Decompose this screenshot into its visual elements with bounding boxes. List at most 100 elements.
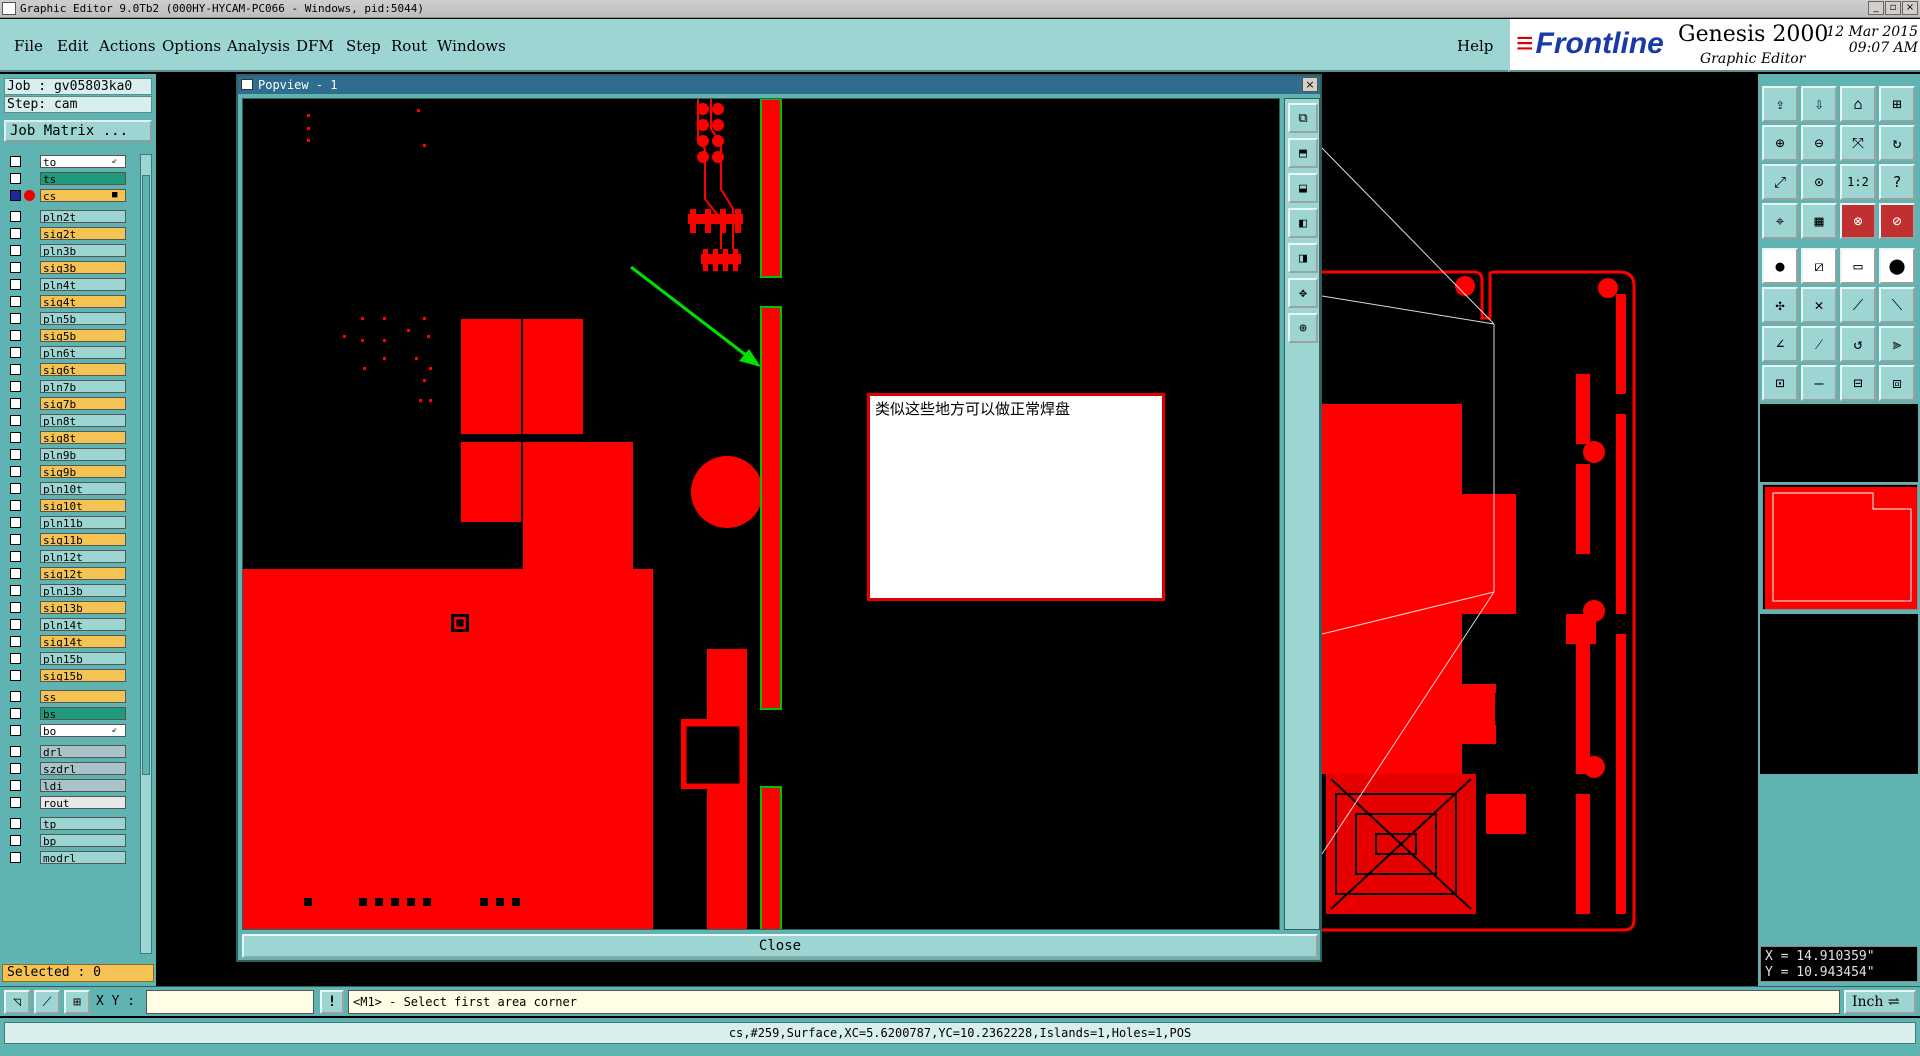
cross-icon[interactable]: ✕ xyxy=(1801,287,1837,323)
probe-icon[interactable]: ⊘ xyxy=(1879,203,1915,239)
layer-name[interactable]: pln13b xyxy=(40,584,126,597)
layer-checkbox[interactable] xyxy=(10,797,21,808)
layer-row[interactable]: pln9b xyxy=(4,447,138,462)
layer-checkbox[interactable] xyxy=(10,330,21,341)
menu-file[interactable]: File xyxy=(14,37,43,55)
layer-row[interactable]: bo ⇙ xyxy=(4,723,138,738)
layer-checkbox[interactable] xyxy=(10,670,21,681)
layer-checkbox[interactable] xyxy=(10,245,21,256)
layer-row[interactable]: pln15b xyxy=(4,651,138,666)
layer-row[interactable]: pln10t xyxy=(4,481,138,496)
layer-row[interactable]: bp xyxy=(4,833,138,848)
layer-checkbox[interactable] xyxy=(10,746,21,757)
layer-name[interactable]: pln8t xyxy=(40,414,126,427)
layer-name[interactable]: sig9b xyxy=(40,465,126,478)
copy-icon[interactable]: ⧈ xyxy=(1879,365,1915,401)
layer-row[interactable]: sig8t xyxy=(4,430,138,445)
menu-options[interactable]: Options xyxy=(162,37,221,55)
zoom-in-icon[interactable]: ⊕ xyxy=(1762,125,1798,161)
measure-icon[interactable]: ⊗ xyxy=(1840,203,1876,239)
rotate-icon[interactable]: ↺ xyxy=(1840,326,1876,362)
layer-name[interactable]: ss xyxy=(40,690,126,703)
layer-name[interactable]: pln15b xyxy=(40,652,126,665)
layer-row[interactable]: pln8t xyxy=(4,413,138,428)
layers-icon[interactable]: ⧉ xyxy=(1288,103,1318,133)
job-matrix-button[interactable]: Job Matrix ... xyxy=(4,120,152,142)
layer-name[interactable]: bp xyxy=(40,834,126,847)
scrollbar-thumb[interactable] xyxy=(142,175,150,775)
layer-row[interactable]: sig6t xyxy=(4,362,138,377)
menu-actions[interactable]: Actions xyxy=(99,37,155,55)
area-select-icon[interactable]: ◹ xyxy=(4,990,30,1014)
layer-checkbox[interactable] xyxy=(10,534,21,545)
layer-row[interactable]: tp xyxy=(4,816,138,831)
layer-row[interactable]: sig11b xyxy=(4,532,138,547)
layer-name[interactable]: sig5b xyxy=(40,329,126,342)
layer-row[interactable]: drl xyxy=(4,744,138,759)
layer-row[interactable]: sig7b xyxy=(4,396,138,411)
menu-analysis[interactable]: Analysis xyxy=(227,37,290,55)
pad-icon[interactable]: ● xyxy=(1762,248,1798,284)
layer-checkbox[interactable] xyxy=(10,780,21,791)
grid-icon[interactable]: ⊞ xyxy=(1879,86,1915,122)
minimize-button[interactable]: _ xyxy=(1868,1,1884,15)
layer-name[interactable]: sig14t xyxy=(40,635,126,648)
ruler-icon[interactable]: ▭ xyxy=(1840,248,1876,284)
split-icon[interactable]: ⫸ xyxy=(1879,326,1915,362)
layer-name[interactable]: pln6t xyxy=(40,346,126,359)
layer-name[interactable]: modrl xyxy=(40,851,126,864)
popview-canvas[interactable]: 类似这些地方可以做正常焊盘 xyxy=(242,98,1280,930)
line-select-icon[interactable]: ⟋ xyxy=(34,990,60,1014)
layer-checkbox[interactable] xyxy=(10,313,21,324)
layer-checkbox[interactable] xyxy=(10,381,21,392)
layer-row[interactable]: sig15b xyxy=(4,668,138,683)
layer-name[interactable]: pln5b xyxy=(40,312,126,325)
layer-scrollbar[interactable] xyxy=(140,154,152,954)
layer-row[interactable]: sig12t xyxy=(4,566,138,581)
layer-name[interactable]: tp xyxy=(40,817,126,830)
layer-name[interactable]: bs xyxy=(40,707,126,720)
fit-icon[interactable]: ⤢ xyxy=(1762,164,1798,200)
layer-name[interactable]: sig10t xyxy=(40,499,126,512)
menu-step[interactable]: Step xyxy=(346,37,381,55)
layer-row[interactable]: sig3b xyxy=(4,260,138,275)
circle-icon[interactable]: ⬤ xyxy=(1879,248,1915,284)
layer-name[interactable]: pln14t xyxy=(40,618,126,631)
layer-checkbox[interactable] xyxy=(10,262,21,273)
layer-name[interactable]: pln9b xyxy=(40,448,126,461)
layer-name[interactable]: sig12t xyxy=(40,567,126,580)
exclamation-button[interactable]: ! xyxy=(320,990,344,1014)
align-icon[interactable]: ⊟ xyxy=(1840,365,1876,401)
menu-edit[interactable]: Edit xyxy=(57,37,88,55)
layer-row[interactable]: to ⇙ xyxy=(4,154,138,169)
layer-name[interactable]: pln2t xyxy=(40,210,126,223)
layer-name[interactable]: ts xyxy=(40,172,126,185)
layer-name[interactable]: pln11b xyxy=(40,516,126,529)
layer-row[interactable]: pln7b xyxy=(4,379,138,394)
units-toggle[interactable]: Inch ⇌ xyxy=(1844,990,1916,1014)
layer-checkbox[interactable] xyxy=(10,585,21,596)
layer-checkbox[interactable] xyxy=(10,364,21,375)
xy-input[interactable] xyxy=(146,990,314,1014)
edit-line-icon[interactable]: ⁄ xyxy=(1801,326,1837,362)
popview-close-icon[interactable]: × xyxy=(1302,77,1318,92)
layer-row[interactable]: ts xyxy=(4,171,138,186)
layer-row[interactable]: pln11b xyxy=(4,515,138,530)
layer-row[interactable]: sig5b xyxy=(4,328,138,343)
layer-row[interactable]: sig2t xyxy=(4,226,138,241)
layer-checkbox[interactable] xyxy=(10,466,21,477)
layer-name[interactable]: sig15b xyxy=(40,669,126,682)
open-icon[interactable]: ⇪ xyxy=(1762,86,1798,122)
layer-name[interactable]: sig2t xyxy=(40,227,126,240)
top-icon[interactable]: ⬒ xyxy=(1288,138,1318,168)
help-icon[interactable]: ? xyxy=(1879,164,1915,200)
layer-name[interactable]: pln10t xyxy=(40,482,126,495)
pan-icon[interactable]: ⤧ xyxy=(1840,125,1876,161)
layer-row[interactable]: rout xyxy=(4,795,138,810)
layer-checkbox[interactable] xyxy=(10,449,21,460)
layer-name[interactable]: rout xyxy=(40,796,126,809)
layer-checkbox[interactable] xyxy=(10,708,21,719)
layer-row[interactable]: pln5b xyxy=(4,311,138,326)
layer-name[interactable]: sig13b xyxy=(40,601,126,614)
layer-name[interactable]: pln4t xyxy=(40,278,126,291)
